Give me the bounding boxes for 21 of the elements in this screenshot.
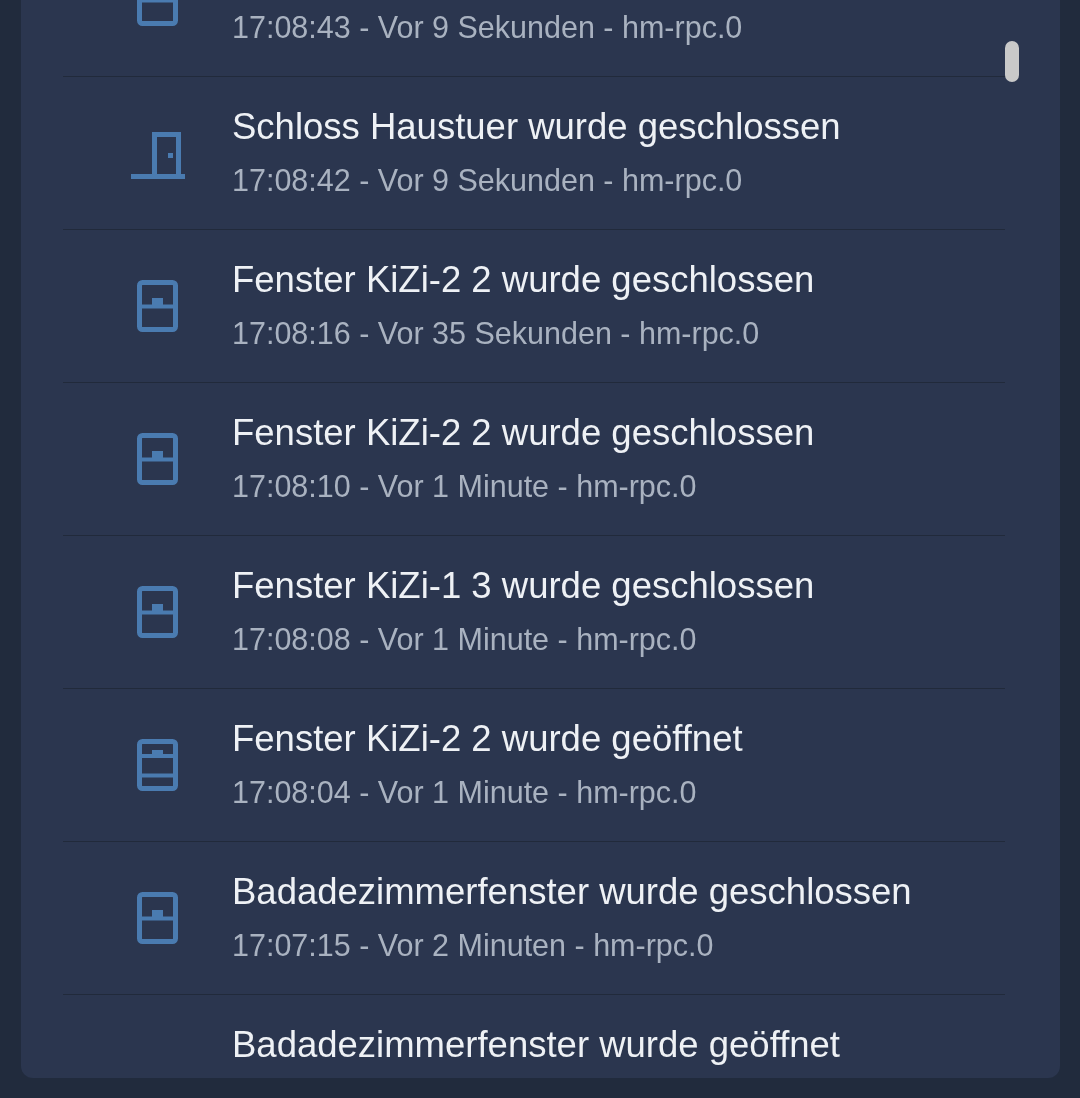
- scrollbar-thumb[interactable]: [1005, 41, 1019, 82]
- event-title: Badadezimmerfenster wurde geschlossen: [232, 871, 912, 912]
- event-title: Fenster KiZi-1 3 wurde geschlossen: [232, 565, 815, 606]
- event-details: 17:08:16 - Vor 35 Sekunden - hm-rpc.0: [232, 315, 760, 353]
- event-title: Badadezimmerfenster wurde geöffnet: [232, 1024, 840, 1065]
- window-icon: [137, 739, 178, 791]
- window-icon: [137, 586, 178, 638]
- event-title: Fenster KiZi-2 2 wurde geöffnet: [232, 718, 743, 759]
- window-icon: [137, 280, 178, 332]
- event-details: 17:07:15 - Vor 2 Minuten - hm-rpc.0: [232, 927, 714, 965]
- window-icon: [137, 433, 178, 485]
- window-icon: [137, 892, 178, 944]
- event-details: 17:08:43 - Vor 9 Sekunden - hm-rpc.0: [232, 9, 743, 47]
- event-title: Fenster KiZi-2 2 wurde geschlossen: [232, 259, 815, 300]
- event-details: 17:08:42 - Vor 9 Sekunden - hm-rpc.0: [232, 162, 743, 200]
- event-title: Schloss Haustuer wurde geschlossen: [232, 106, 841, 147]
- door-icon: [130, 131, 185, 179]
- event-details: 17:08:08 - Vor 1 Minute - hm-rpc.0: [232, 621, 697, 659]
- event-details: 17:08:10 - Vor 1 Minute - hm-rpc.0: [232, 468, 697, 506]
- event-details: 17:08:04 - Vor 1 Minute - hm-rpc.0: [232, 774, 697, 812]
- event-title: Fenster KiZi-2 2 wurde geschlossen: [232, 412, 815, 453]
